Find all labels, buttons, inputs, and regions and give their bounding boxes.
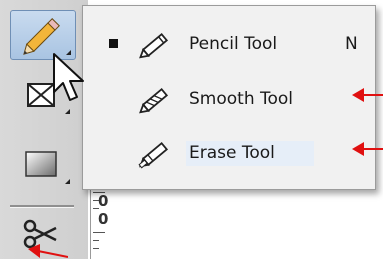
annotation-arrow-icon <box>352 88 383 102</box>
vertical-ruler: 0 0 <box>90 190 125 259</box>
tools-panel <box>0 0 88 259</box>
menu-item-label: Pencil Tool <box>189 34 278 54</box>
pencil-tools-flyout-menu: Pencil Tool N Smooth Tool Erase Tool <box>82 5 376 190</box>
mouse-pointer-icon <box>53 53 84 101</box>
menu-item-pencil-tool[interactable]: Pencil Tool N <box>83 21 375 69</box>
menu-item-smooth-tool[interactable]: Smooth Tool <box>83 76 375 124</box>
menu-item-erase-tool[interactable]: Erase Tool <box>83 130 375 178</box>
ruler-number: 0 <box>98 192 109 210</box>
erase-pencil-icon <box>138 141 169 169</box>
gradient-tool-button[interactable] <box>10 140 74 188</box>
pencil-icon <box>139 32 169 59</box>
ruler-number: 0 <box>98 210 109 228</box>
selected-check-icon <box>109 39 118 48</box>
annotation-arrow-icon <box>352 142 383 156</box>
toolbar-divider <box>10 205 74 208</box>
ruler-tick <box>93 248 99 249</box>
ruler-tick <box>93 232 105 233</box>
smooth-pencil-icon <box>139 87 169 114</box>
ruler-tick <box>93 240 99 241</box>
flyout-indicator-icon <box>65 109 70 114</box>
menu-item-label: Erase Tool <box>189 143 275 163</box>
menu-item-shortcut: N <box>345 34 358 54</box>
flyout-indicator-icon <box>65 179 70 184</box>
menu-item-label: Smooth Tool <box>189 89 294 109</box>
annotation-arrow-icon <box>28 244 68 258</box>
